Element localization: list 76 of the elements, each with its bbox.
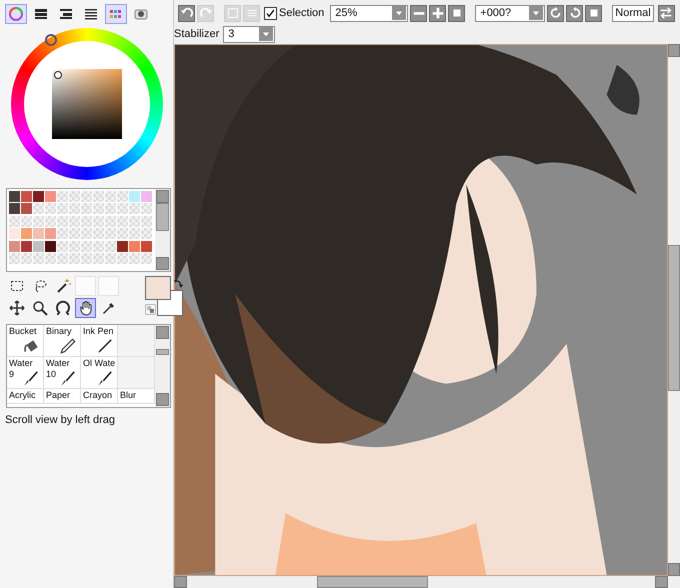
stabilizer-dropdown[interactable]: 3 bbox=[223, 26, 276, 42]
rotate-right-icon bbox=[568, 6, 582, 20]
color-swatch[interactable] bbox=[128, 190, 140, 202]
zoom-in-button[interactable] bbox=[429, 4, 446, 22]
reset-rotation-button[interactable] bbox=[585, 4, 602, 22]
pencil-icon bbox=[59, 337, 77, 355]
color-swatch[interactable] bbox=[20, 190, 32, 202]
undo-button[interactable] bbox=[178, 4, 195, 22]
brush-slot[interactable]: Paper bbox=[44, 389, 81, 404]
selection-checkbox[interactable]: Selection bbox=[264, 6, 324, 20]
empty-tool-slot bbox=[75, 276, 96, 296]
color-swatch[interactable] bbox=[8, 228, 20, 239]
color-swatch[interactable] bbox=[128, 240, 140, 252]
swap-arrow-icon[interactable] bbox=[172, 278, 184, 290]
rotation-dropdown[interactable]: +000? bbox=[475, 4, 546, 22]
invert-selection-button[interactable] bbox=[243, 4, 260, 22]
palette-grid-icon[interactable] bbox=[105, 4, 127, 24]
brush-slot[interactable]: Binary bbox=[44, 325, 81, 357]
empty-tool-slot bbox=[98, 276, 119, 296]
checkmark-icon bbox=[265, 8, 276, 18]
scrollbar[interactable] bbox=[155, 325, 170, 407]
zoom-out-button[interactable] bbox=[410, 4, 428, 22]
color-swatch[interactable] bbox=[8, 240, 20, 252]
square-icon bbox=[226, 6, 240, 20]
undo-icon bbox=[180, 6, 194, 20]
color-swatch[interactable] bbox=[8, 190, 20, 202]
color-square[interactable] bbox=[52, 69, 122, 139]
brush-slot[interactable]: Bucket bbox=[7, 325, 44, 357]
reset-zoom-button[interactable] bbox=[448, 4, 466, 22]
primary-color[interactable] bbox=[145, 276, 171, 300]
reset-colors-icon[interactable] bbox=[145, 304, 156, 315]
caret-icon[interactable] bbox=[392, 6, 406, 20]
pen-icon bbox=[96, 337, 114, 355]
scrollbar[interactable] bbox=[155, 189, 170, 271]
color-swatch[interactable] bbox=[116, 240, 128, 252]
brush-icon bbox=[96, 369, 114, 387]
color-swatch[interactable] bbox=[32, 228, 44, 239]
rotate-right-button[interactable] bbox=[566, 4, 584, 22]
scrollbar[interactable] bbox=[174, 576, 668, 588]
brush-slot[interactable]: Ol Wate bbox=[81, 357, 118, 389]
color-swatch[interactable] bbox=[20, 240, 32, 252]
swap-arrows-icon bbox=[659, 6, 674, 20]
deselect-button[interactable] bbox=[224, 4, 241, 22]
flip-button[interactable] bbox=[658, 4, 675, 22]
blend-mode-button[interactable]: Normal bbox=[612, 4, 654, 22]
brush-icon bbox=[22, 369, 40, 387]
color-swatch[interactable] bbox=[44, 228, 56, 239]
brush-icon bbox=[59, 369, 77, 387]
rotate-left-icon bbox=[548, 6, 563, 20]
brush-slot[interactable]: Ink Pen bbox=[81, 325, 118, 357]
brush-slot[interactable]: Water 9 bbox=[7, 357, 44, 389]
color-swatch[interactable] bbox=[20, 203, 32, 214]
brush-slot[interactable]: Blur bbox=[118, 389, 155, 404]
redo-icon bbox=[198, 6, 212, 20]
color-swatch[interactable] bbox=[32, 190, 44, 202]
color-swatch[interactable] bbox=[8, 203, 20, 214]
zoom-dropdown[interactable]: 25% bbox=[330, 4, 408, 22]
color-swatch[interactable] bbox=[140, 240, 152, 252]
color-swatch[interactable] bbox=[32, 240, 44, 252]
color-swatch[interactable] bbox=[140, 190, 152, 202]
color-swatch[interactable] bbox=[44, 190, 56, 202]
stabilizer-label: Stabilizer bbox=[174, 28, 220, 40]
color-swatch[interactable] bbox=[44, 240, 56, 252]
hue-marker[interactable] bbox=[45, 34, 57, 46]
caret-icon[interactable] bbox=[529, 6, 544, 20]
hand-icon[interactable] bbox=[75, 298, 96, 318]
status-text: Scroll view by left drag bbox=[4, 413, 116, 428]
plus-icon bbox=[430, 6, 445, 20]
scrollbar[interactable] bbox=[668, 44, 680, 576]
caret-icon[interactable] bbox=[259, 27, 274, 41]
brush-slot[interactable]: Water 10 bbox=[44, 357, 81, 389]
rotate-left-button[interactable] bbox=[547, 4, 564, 22]
color-wheel-icon[interactable] bbox=[5, 4, 27, 24]
brush-slot[interactable]: Crayon bbox=[81, 389, 118, 404]
color-swatch[interactable] bbox=[20, 228, 32, 239]
brush-slot[interactable]: Acrylic bbox=[7, 389, 44, 404]
